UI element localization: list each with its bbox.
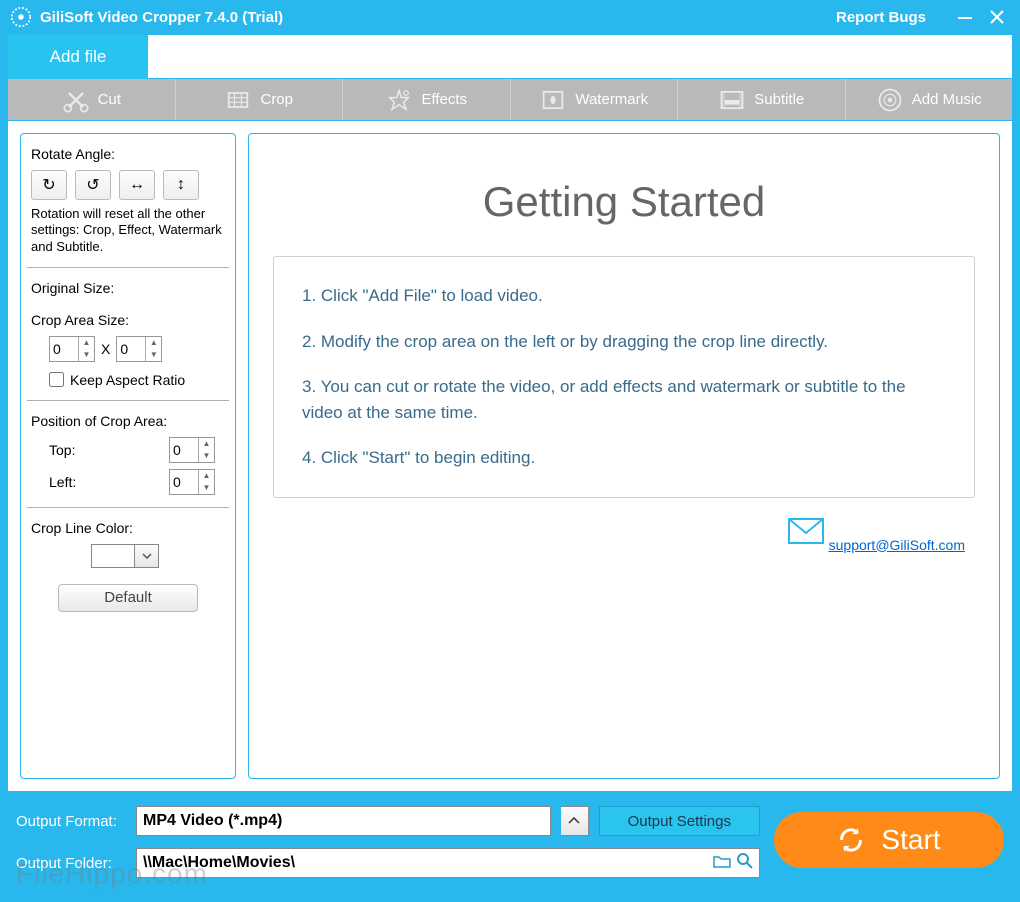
tab-crop[interactable]: Crop — [176, 79, 344, 120]
tab-watermark-label: Watermark — [575, 91, 648, 108]
keep-aspect-ratio-label: Keep Aspect Ratio — [70, 372, 185, 388]
output-format-field[interactable]: MP4 Video (*.mp4) — [136, 806, 551, 836]
effects-icon — [385, 86, 413, 114]
bottom-bar: Output Format: MP4 Video (*.mp4) Output … — [0, 792, 1020, 902]
tab-cut-label: Cut — [98, 91, 121, 108]
crop-icon — [224, 86, 252, 114]
crop-line-color-label: Crop Line Color: — [31, 520, 225, 536]
spin-down-icon[interactable]: ▼ — [146, 349, 161, 361]
spin-up-icon[interactable]: ▲ — [146, 337, 161, 349]
crop-height-input[interactable]: ▲▼ — [116, 336, 162, 362]
main-panel: Getting Started 1. Click "Add File" to l… — [248, 133, 1000, 779]
app-title: GiliSoft Video Cropper 7.4.0 (Trial) — [40, 9, 283, 26]
tab-music-label: Add Music — [912, 91, 982, 108]
sidebar: Rotate Angle: ↻ ↺ ↔ ↕ Rotation will rese… — [20, 133, 236, 779]
app-window: GiliSoft Video Cropper 7.4.0 (Trial) Rep… — [0, 0, 1020, 902]
tab-crop-label: Crop — [260, 91, 293, 108]
refresh-icon — [837, 826, 865, 854]
step-3: 3. You can cut or rotate the video, or a… — [302, 374, 946, 425]
crop-x-label: X — [101, 341, 110, 357]
add-file-button[interactable]: Add file — [8, 35, 148, 79]
watermark-icon — [539, 86, 567, 114]
left-label: Left: — [49, 474, 76, 490]
spin-up-icon[interactable]: ▲ — [79, 337, 94, 349]
getting-started-box: 1. Click "Add File" to load video. 2. Mo… — [273, 256, 975, 498]
output-folder-input[interactable] — [143, 854, 707, 872]
close-button[interactable] — [984, 4, 1010, 30]
flip-horizontal-button[interactable]: ↔ — [119, 170, 155, 200]
support-block: support@GiliSoft.com — [788, 518, 965, 555]
step-1: 1. Click "Add File" to load video. — [302, 283, 946, 309]
addfile-bar: Add file — [8, 35, 1012, 79]
crop-area-size-label: Crop Area Size: — [31, 312, 225, 328]
folder-open-icon[interactable] — [713, 854, 731, 873]
titlebar: GiliSoft Video Cropper 7.4.0 (Trial) Rep… — [0, 0, 1020, 34]
output-settings-button[interactable]: Output Settings — [599, 806, 760, 836]
output-folder-field[interactable] — [136, 848, 760, 878]
cut-icon — [62, 86, 90, 114]
keep-aspect-ratio-checkbox[interactable] — [49, 372, 64, 387]
report-bugs-link[interactable]: Report Bugs — [836, 9, 926, 26]
color-swatch[interactable] — [91, 544, 135, 568]
rotate-cw-button[interactable]: ↻ — [31, 170, 67, 200]
rotate-note: Rotation will reset all the other settin… — [31, 206, 225, 255]
tab-effects[interactable]: Effects — [343, 79, 511, 120]
search-icon[interactable] — [737, 853, 753, 874]
spin-down-icon[interactable]: ▼ — [79, 349, 94, 361]
chevron-up-icon — [568, 817, 580, 825]
rotate-angle-label: Rotate Angle: — [31, 146, 225, 162]
start-button[interactable]: Start — [774, 812, 1004, 868]
spin-up-icon[interactable]: ▲ — [199, 438, 214, 450]
crop-width-input[interactable]: ▲▼ — [49, 336, 95, 362]
position-label: Position of Crop Area: — [31, 413, 225, 429]
start-label: Start — [881, 824, 940, 856]
minimize-button[interactable] — [952, 4, 978, 30]
spin-down-icon[interactable]: ▼ — [199, 450, 214, 462]
spin-down-icon[interactable]: ▼ — [199, 482, 214, 494]
tab-subtitle[interactable]: Subtitle — [678, 79, 846, 120]
step-2: 2. Modify the crop area on the left or b… — [302, 329, 946, 355]
music-icon — [876, 86, 904, 114]
support-email-link[interactable]: support@GiliSoft.com — [829, 537, 965, 553]
tab-effects-label: Effects — [421, 91, 467, 108]
tab-watermark[interactable]: Watermark — [511, 79, 679, 120]
chevron-down-icon — [142, 553, 152, 559]
app-logo-icon — [10, 6, 32, 28]
content-row: Rotate Angle: ↻ ↺ ↔ ↕ Rotation will rese… — [8, 121, 1012, 791]
flip-vertical-button[interactable]: ↕ — [163, 170, 199, 200]
left-input[interactable]: ▲▼ — [169, 469, 215, 495]
default-button[interactable]: Default — [58, 584, 198, 612]
rotate-ccw-button[interactable]: ↺ — [75, 170, 111, 200]
step-4: 4. Click "Start" to begin editing. — [302, 445, 946, 471]
color-dropdown-button[interactable] — [135, 544, 159, 568]
spin-up-icon[interactable]: ▲ — [199, 470, 214, 482]
mail-icon — [788, 518, 824, 544]
tabs-bar: Cut Crop Effects Watermark Subtitle Add … — [8, 79, 1012, 121]
tab-cut[interactable]: Cut — [8, 79, 176, 120]
output-format-label: Output Format: — [16, 813, 126, 830]
subtitle-icon — [718, 86, 746, 114]
top-label: Top: — [49, 442, 75, 458]
top-input[interactable]: ▲▼ — [169, 437, 215, 463]
tab-add-music[interactable]: Add Music — [846, 79, 1013, 120]
original-size-label: Original Size: — [31, 280, 225, 296]
tab-subtitle-label: Subtitle — [754, 91, 804, 108]
getting-started-title: Getting Started — [273, 178, 975, 226]
inner-panel: Add file Cut Crop Effects Watermark Subt… — [7, 34, 1013, 792]
output-format-dropdown[interactable] — [561, 806, 589, 836]
output-folder-label: Output Folder: — [16, 855, 126, 872]
